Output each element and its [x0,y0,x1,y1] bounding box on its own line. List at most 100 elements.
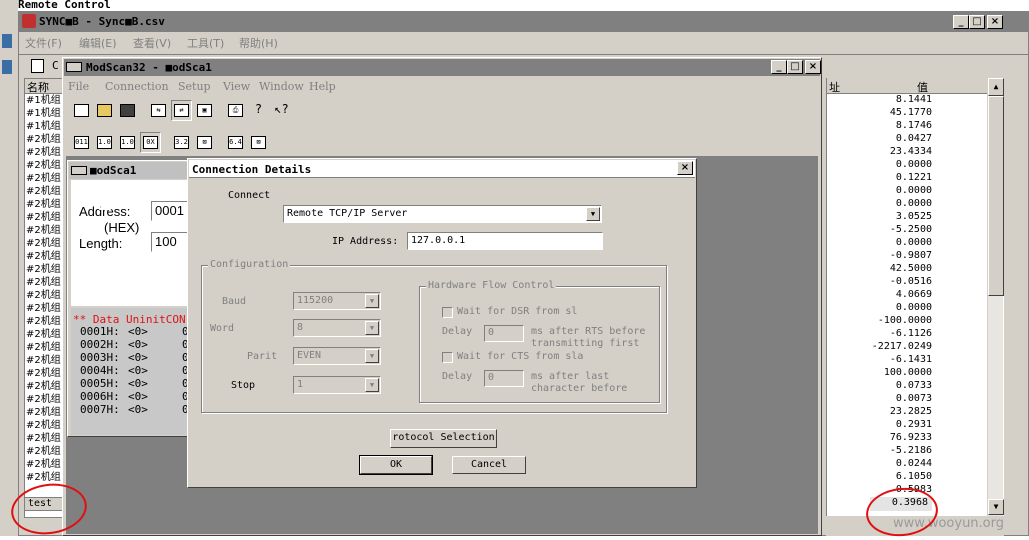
menu-help[interactable]: 帮助(H) [239,35,278,51]
context-help-icon[interactable]: ↖? [271,100,292,121]
cts-checkbox[interactable] [442,352,453,363]
print-icon[interactable]: ⎙ [225,100,246,121]
value-list-item[interactable]: 45.1770 [828,107,988,120]
float32-swapped-icon[interactable]: ⊠ [194,132,215,153]
integer-format-icon[interactable]: 1.0 [117,132,138,153]
decimal-format-icon[interactable]: 1.0 [94,132,115,153]
name-list-item[interactable]: #2机组 [26,289,62,302]
value-list-item[interactable]: -5.2500 [828,224,988,237]
ok-button[interactable]: OK [359,455,433,475]
name-list-item[interactable]: #2机组 [26,419,62,432]
parity-dropdown[interactable]: EVEN ▼ [293,347,381,365]
value-list-item[interactable]: 76.9233 [828,432,988,445]
modsca1-titlebar[interactable]: ■odSca1 [69,162,191,179]
close-button[interactable]: × [987,15,1003,29]
value-list-item[interactable]: 23.2825 [828,406,988,419]
address-input[interactable]: 0001 [151,201,191,221]
name-list-item[interactable]: #2机组 [26,159,62,172]
connect-dropdown[interactable]: Remote TCP/IP Server ▼ [283,205,602,223]
float64-format-icon[interactable]: 6.4 [225,132,246,153]
save-icon[interactable] [117,100,138,121]
modscan-close-button[interactable]: × [805,60,821,74]
value-list-item[interactable]: -100.0000 [828,315,988,328]
connect-icon[interactable]: ⇆ [148,100,169,121]
chevron-down-icon[interactable]: ▼ [586,207,600,221]
value-list-item[interactable]: 3.0525 [828,211,988,224]
hex-format-icon[interactable]: 0X [140,132,161,153]
dialog-close-button[interactable]: × [677,161,693,175]
name-list-item[interactable]: #1机组 [26,120,62,133]
scroll-thumb[interactable] [988,96,1004,296]
value-list-item[interactable]: 0.0000 [828,302,988,315]
value-list-item[interactable]: 8.1746 [828,120,988,133]
value-list-item[interactable]: 0.0000 [828,159,988,172]
name-list-item[interactable]: #2机组 [26,185,62,198]
value-list-item[interactable]: -0.0516 [828,276,988,289]
name-list-item[interactable]: #2机组 [26,237,62,250]
chevron-down-icon[interactable]: ▼ [365,321,379,335]
name-list-item[interactable]: #2机组 [26,328,62,341]
modscan-titlebar[interactable]: ModScan32 - ■odSca1 _ □ × [64,59,821,76]
name-list-item[interactable]: #2机组 [26,406,62,419]
modscan-maximize-button[interactable]: □ [787,60,803,74]
display-icon[interactable]: ▣ [194,100,215,121]
menu-view[interactable]: View [223,80,250,93]
value-list-item[interactable]: 23.4334 [828,146,988,159]
name-list-item[interactable]: #2机组 [26,471,62,484]
delay1-input[interactable]: 0 [484,325,524,342]
value-list-item[interactable]: -6.1431 [828,354,988,367]
value-list-item[interactable]: 0.0000 [828,237,988,250]
menu-connection[interactable]: Connection [105,80,169,93]
protocol-selection-button[interactable]: rotocol Selection [390,429,497,448]
minimize-button[interactable]: _ [953,15,969,29]
menu-file[interactable]: 文件(F) [25,35,62,51]
name-column-header[interactable]: 名称 [25,79,65,94]
menu-setup[interactable]: Setup [178,80,211,93]
value-list-item[interactable]: 0.0073 [828,393,988,406]
word-dropdown[interactable]: 8 ▼ [293,319,381,337]
new-file-icon[interactable] [71,100,92,121]
ip-address-input[interactable]: 127.0.0.1 [407,232,603,250]
value-list-item[interactable]: 0.0000 [828,198,988,211]
value-list-item[interactable]: 6.1050 [828,471,988,484]
menu-edit[interactable]: 编辑(E) [79,35,117,51]
cancel-button[interactable]: Cancel [452,456,526,474]
new-doc-icon[interactable] [31,59,44,73]
delay2-input[interactable]: 0 [484,370,524,387]
name-list-item[interactable]: #2机组 [26,133,62,146]
stop-dropdown[interactable]: 1 ▼ [293,376,381,394]
name-list-item[interactable]: #2机组 [26,302,62,315]
name-list-item[interactable]: #2机组 [26,458,62,471]
name-list-item[interactable]: #1机组 [26,107,62,120]
name-list-item[interactable]: #2机组 [26,250,62,263]
name-list-item[interactable]: #2机组 [26,432,62,445]
disconnect-icon[interactable]: ⇄ [171,100,192,121]
menu-help[interactable]: Help [309,80,336,93]
value-list-item[interactable]: 42.5000 [828,263,988,276]
value-list-item[interactable]: -0.9807 [828,250,988,263]
help-icon[interactable]: ? [248,100,269,121]
value-list-item[interactable]: 0.0244 [828,458,988,471]
baud-dropdown[interactable]: 115200 ▼ [293,292,381,310]
name-list-item[interactable]: #1机组 [26,94,62,107]
menu-view[interactable]: 查看(V) [133,35,171,51]
name-list-item[interactable]: #2机组 [26,315,62,328]
dsr-checkbox[interactable] [442,307,453,318]
value-list-item[interactable]: 4.0669 [828,289,988,302]
value-list-item[interactable]: 0.2931 [828,419,988,432]
name-list-item[interactable]: #2机组 [26,276,62,289]
side-tab-icon[interactable] [2,34,12,48]
length-input[interactable]: 100 [151,232,191,252]
value-list-item[interactable]: 8.1441 [828,94,988,107]
dialog-titlebar[interactable]: Connection Details × [189,160,695,178]
value-list-item[interactable]: -2217.0249 [828,341,988,354]
float32-format-icon[interactable]: 3.2 [171,132,192,153]
name-list-item[interactable]: #2机组 [26,146,62,159]
value-list-item[interactable]: 0.1221 [828,172,988,185]
name-list-item[interactable]: #2机组 [26,445,62,458]
value-list-item[interactable]: 0.0733 [828,380,988,393]
chevron-down-icon[interactable]: ▼ [365,349,379,363]
chevron-down-icon[interactable]: ▼ [365,378,379,392]
value-column-header[interactable]: 值 [917,79,928,95]
chevron-down-icon[interactable]: ▼ [365,294,379,308]
